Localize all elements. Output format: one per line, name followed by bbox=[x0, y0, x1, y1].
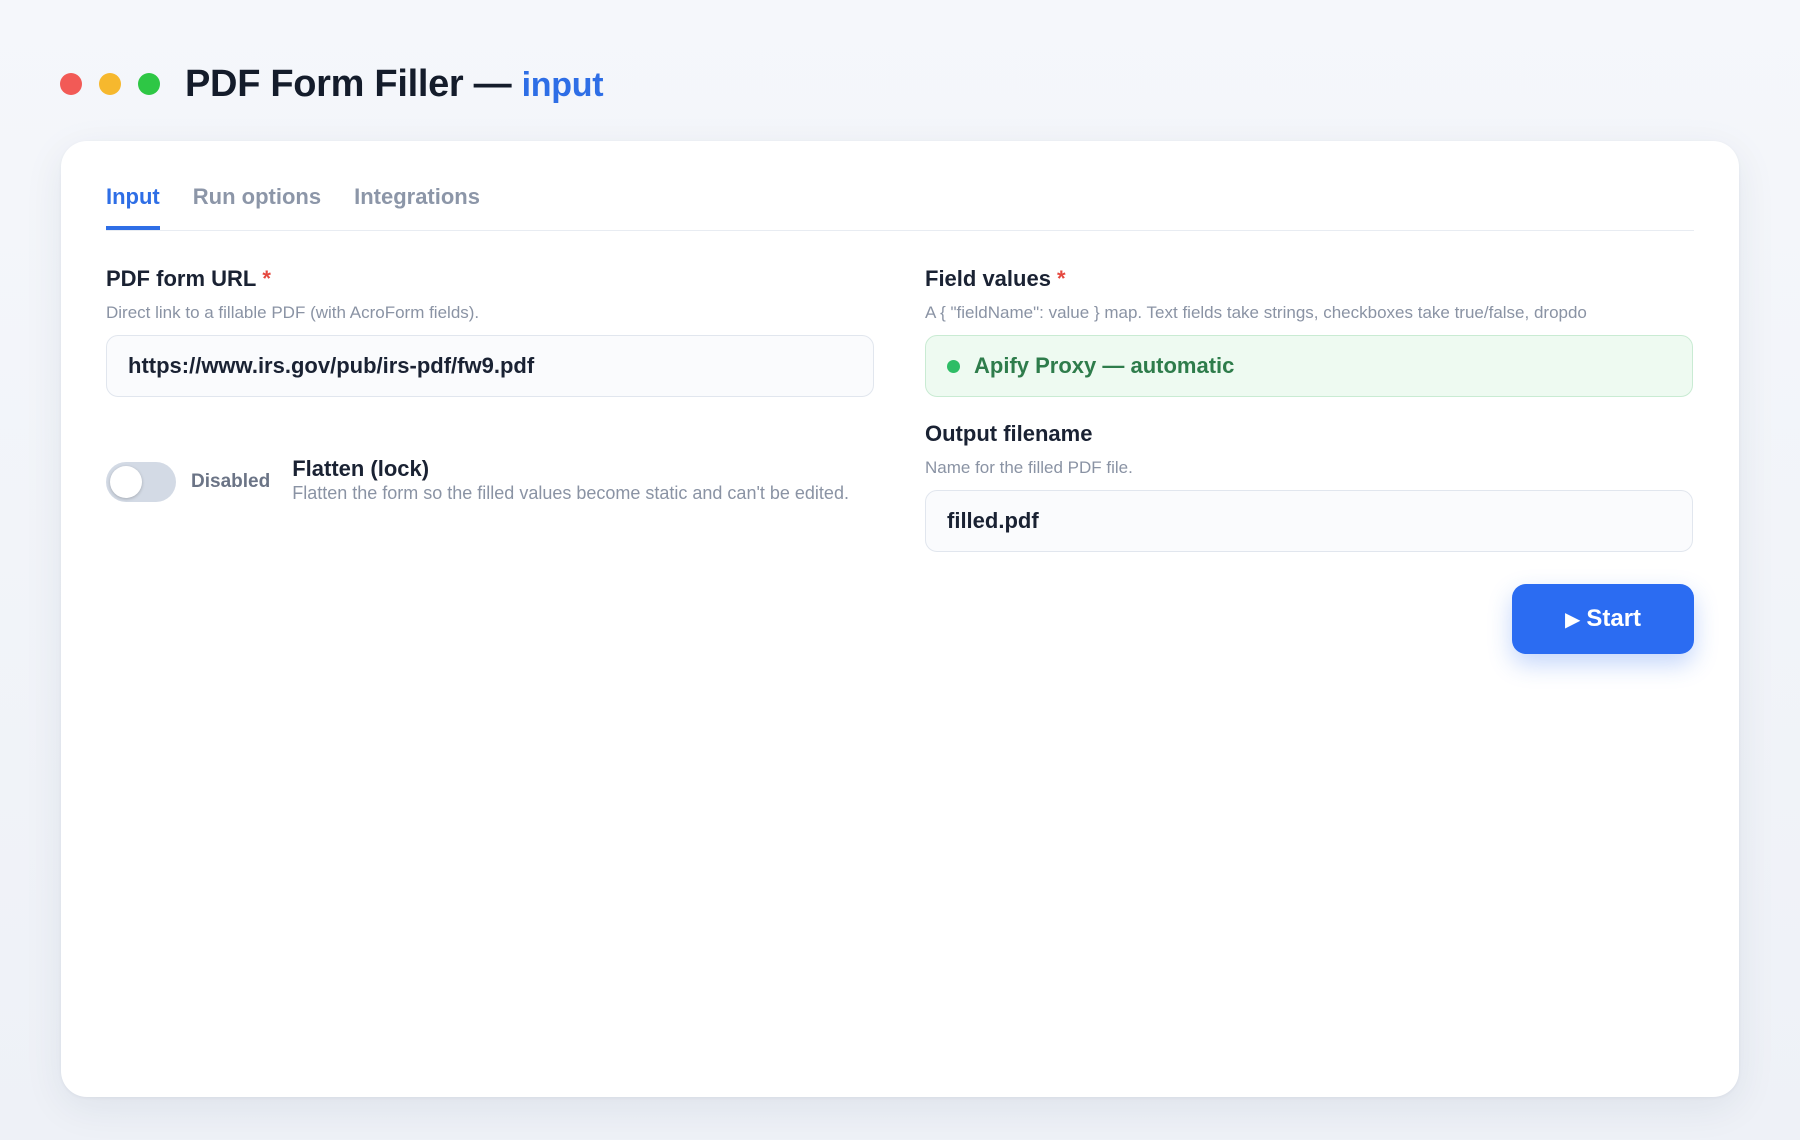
flatten-label: Flatten (lock) bbox=[292, 456, 430, 481]
start-button[interactable]: ▶ Start bbox=[1512, 584, 1694, 654]
input-form-card: Input Run options Integrations PDF form … bbox=[61, 141, 1739, 1097]
output-filename-input[interactable]: filled.pdf bbox=[925, 490, 1693, 552]
pdf-url-value: https://www.irs.gov/pub/irs-pdf/fw9.pdf bbox=[128, 353, 535, 378]
field-values-label-text: Field values bbox=[925, 266, 1051, 291]
pdf-url-field: PDF form URL * Direct link to a fillable … bbox=[106, 264, 874, 397]
field-values-input[interactable]: Apify Proxy — automatic bbox=[925, 335, 1693, 397]
tab-bar: Input Run options Integrations bbox=[106, 177, 1694, 231]
pdf-url-input[interactable]: https://www.irs.gov/pub/irs-pdf/fw9.pdf bbox=[106, 335, 874, 397]
window-title-accent: input bbox=[521, 65, 604, 104]
field-values-required-mark: * bbox=[1056, 266, 1066, 291]
window-title: PDF Form Filler — input bbox=[185, 62, 604, 106]
output-filename-label: Output filename bbox=[925, 421, 1093, 446]
window-title-text: PDF Form Filler — bbox=[185, 62, 512, 105]
field-values-field: Field values * A { "fieldName": value } m… bbox=[925, 264, 1693, 397]
field-values-value: Apify Proxy — automatic bbox=[974, 353, 1235, 378]
maximize-window-icon[interactable] bbox=[138, 73, 160, 95]
tab-integrations[interactable]: Integrations bbox=[354, 177, 480, 230]
start-button-label: Start bbox=[1586, 605, 1642, 632]
pdf-url-label: PDF form URL * bbox=[106, 264, 874, 294]
pdf-url-help: Direct link to a fillable PDF (with Acro… bbox=[106, 303, 480, 322]
output-filename-field: Output filename Name for the filled PDF … bbox=[925, 419, 1693, 552]
output-filename-help: Name for the filled PDF file. bbox=[925, 458, 1133, 477]
flatten-help: Flatten the form so the filled values be… bbox=[292, 483, 849, 503]
tab-input[interactable]: Input bbox=[106, 177, 160, 230]
window-titlebar: PDF Form Filler — input bbox=[60, 58, 604, 110]
flatten-toggle[interactable] bbox=[106, 462, 176, 502]
output-filename-value: filled.pdf bbox=[947, 508, 1039, 533]
flatten-toggle-text: Flatten (lock) Flatten the form so the f… bbox=[292, 456, 849, 504]
flatten-toggle-knob bbox=[110, 466, 142, 498]
pdf-url-label-text: PDF form URL bbox=[106, 266, 257, 291]
field-values-help: A { "fieldName": value } map. Text field… bbox=[925, 303, 1587, 322]
field-values-label: Field values * bbox=[925, 264, 1693, 294]
flatten-toggle-state: Disabled bbox=[191, 471, 271, 492]
pdf-url-required-mark: * bbox=[262, 266, 271, 291]
tab-run-options[interactable]: Run options bbox=[193, 177, 321, 230]
status-dot-icon bbox=[947, 359, 960, 373]
flatten-toggle-row: Disabled Flatten (lock) Flatten the form… bbox=[106, 456, 849, 504]
play-icon: ▶ bbox=[1564, 608, 1581, 631]
close-window-icon[interactable] bbox=[60, 73, 82, 95]
minimize-window-icon[interactable] bbox=[99, 73, 121, 95]
